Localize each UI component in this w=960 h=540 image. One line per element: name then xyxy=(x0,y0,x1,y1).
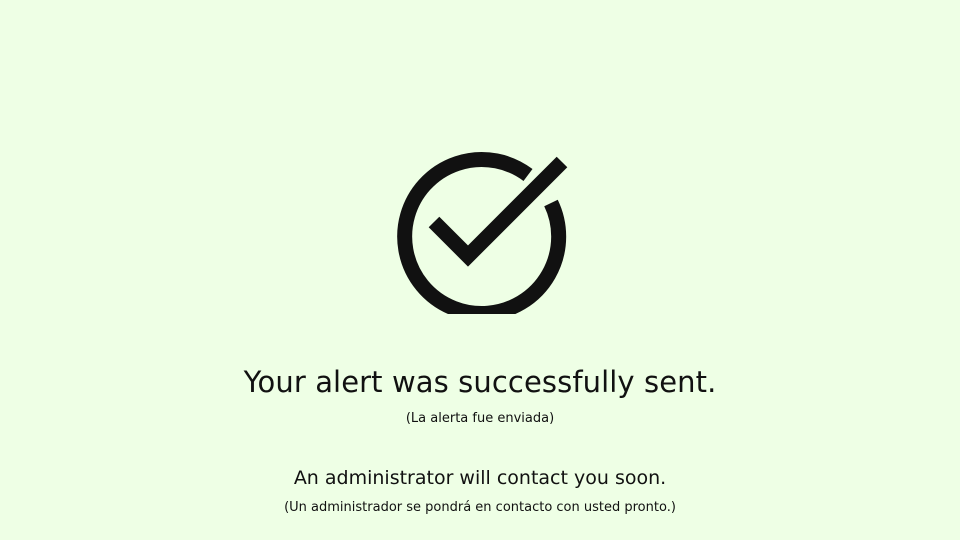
contact-message-translation: (Un administrador se pondrá en contacto … xyxy=(284,500,676,515)
success-headline: Your alert was successfully sent. xyxy=(243,365,717,399)
success-headline-translation: (La alerta fue enviada) xyxy=(405,411,555,426)
alert-confirmation-screen: Your alert was successfully sent. (La al… xyxy=(0,0,960,540)
check-circle-icon xyxy=(392,144,568,314)
contact-message: An administrator will contact you soon. xyxy=(293,467,667,489)
